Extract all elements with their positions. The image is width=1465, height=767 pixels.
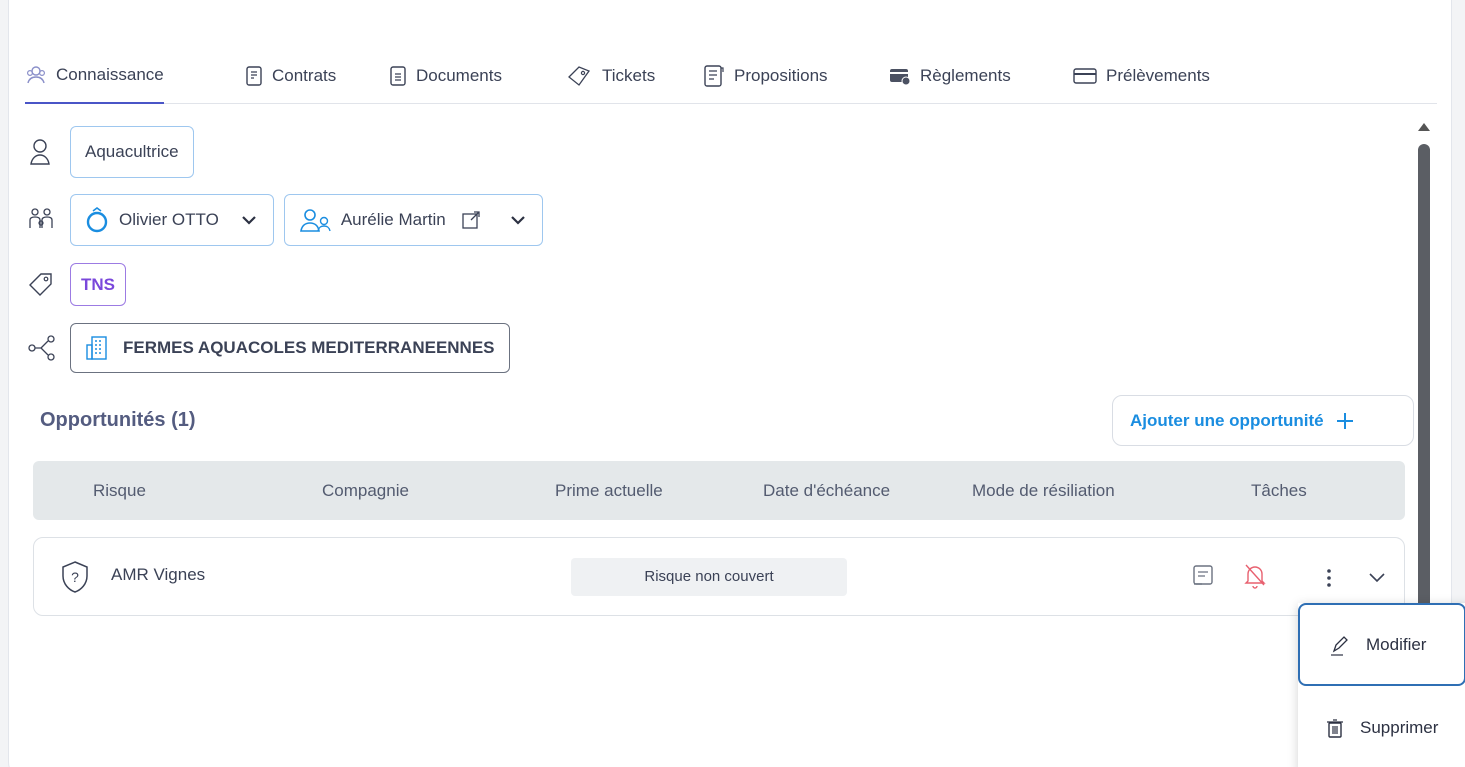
column-header-echeance: Date d'échéance <box>763 481 891 500</box>
opportunities-table-header: Risque Compagnie Prime actuelle Date d'é… <box>33 461 1405 520</box>
tag-icon <box>27 268 61 302</box>
tab-tickets[interactable]: Tickets <box>565 48 655 104</box>
tab-documents[interactable]: Documents <box>389 48 502 104</box>
risk-name: AMR Vignes <box>111 565 206 584</box>
spouse-name: Olivier OTTO <box>119 210 219 229</box>
chevron-down-icon[interactable] <box>1368 572 1386 584</box>
tab-label: Contrats <box>272 66 337 85</box>
row-actions-menu: Modifier Supprimer <box>1298 603 1465 767</box>
column-header-resiliation: Mode de résiliation <box>972 481 1115 500</box>
family-icon <box>27 203 61 237</box>
bell-off-icon[interactable] <box>1243 562 1267 590</box>
profession-chip[interactable]: Aquacultrice <box>70 126 194 178</box>
family-row: Olivier OTTO Aurélie Martin <box>27 194 553 246</box>
table-row[interactable]: ? AMR Vignes Risque non couvert <box>33 537 1405 616</box>
add-opportunity-label: Ajouter une opportunité <box>1130 410 1324 430</box>
opportunities-title: Opportunités (1) <box>40 409 196 431</box>
tab-label: Tickets <box>602 66 656 85</box>
document-icon <box>390 66 406 86</box>
tab-label: Prélèvements <box>1106 66 1210 85</box>
add-opportunity-button[interactable]: Ajouter une opportunité <box>1112 395 1414 446</box>
user-group-icon <box>26 66 46 84</box>
column-header-risque: Risque <box>93 481 146 500</box>
company-row: FERMES AQUACOLES MEDITERRANEENNES <box>27 323 520 373</box>
client-card <box>8 0 1452 767</box>
person-badge-icon <box>27 135 61 169</box>
tag-row: TNS <box>27 263 136 306</box>
company-name: FERMES AQUACOLES MEDITERRANEENNES <box>123 338 495 357</box>
tab-label: Connaissance <box>56 65 164 84</box>
tag-label: TNS <box>81 274 115 294</box>
external-link-icon[interactable] <box>462 211 480 229</box>
menu-item-supprimer[interactable]: Supprimer <box>1298 686 1465 767</box>
profession-row: Aquacultrice <box>27 126 204 178</box>
company-chip[interactable]: FERMES AQUACOLES MEDITERRANEENNES <box>70 323 510 373</box>
status-badge: Risque non couvert <box>571 558 847 596</box>
chevron-down-icon <box>510 216 525 225</box>
plus-icon <box>1336 412 1353 429</box>
profession-label: Aquacultrice <box>85 142 179 161</box>
tab-reglements[interactable]: Règlements <box>889 48 1011 104</box>
tab-contrats[interactable]: Contrats <box>245 48 336 104</box>
ticket-icon <box>568 66 591 86</box>
payment-icon <box>890 69 911 86</box>
comment-icon[interactable] <box>1192 564 1214 588</box>
proposal-icon <box>704 65 724 87</box>
tab-label: Propositions <box>734 66 828 85</box>
tab-bar: Connaissance Contrats Documents Tickets … <box>25 48 1437 104</box>
card-icon <box>1073 68 1097 84</box>
scrollbar-thumb[interactable] <box>1418 144 1430 614</box>
svg-text:?: ? <box>71 569 79 585</box>
building-icon <box>86 336 107 360</box>
tag-chip[interactable]: TNS <box>70 263 126 306</box>
relation-name: Aurélie Martin <box>340 210 446 229</box>
more-vertical-icon[interactable] <box>1326 568 1332 588</box>
ring-icon <box>86 207 108 233</box>
column-header-prime: Prime actuelle <box>555 481 663 500</box>
user-relation-icon <box>299 209 331 232</box>
chevron-down-icon <box>242 216 256 225</box>
spouse-dropdown[interactable]: Olivier OTTO <box>70 194 274 246</box>
column-header-taches: Tâches <box>1251 481 1307 500</box>
relation-dropdown[interactable]: Aurélie Martin <box>283 194 543 246</box>
pencil-icon <box>1331 635 1348 656</box>
tab-label: Documents <box>416 66 502 85</box>
shield-question-icon: ? <box>62 561 88 593</box>
contract-icon <box>246 66 262 86</box>
tab-prelevements[interactable]: Prélèvements <box>1073 48 1210 104</box>
tab-connaissance[interactable]: Connaissance <box>25 48 164 104</box>
menu-item-modifier[interactable]: Modifier <box>1298 603 1465 686</box>
tab-label: Règlements <box>920 66 1011 85</box>
menu-item-label: Modifier <box>1366 634 1427 654</box>
trash-icon <box>1327 718 1343 738</box>
share-network-icon <box>27 331 61 365</box>
menu-item-label: Supprimer <box>1360 717 1439 737</box>
tab-propositions[interactable]: Propositions <box>703 48 828 104</box>
column-header-compagnie: Compagnie <box>322 481 409 500</box>
scroll-up-arrow[interactable] <box>1418 123 1430 131</box>
